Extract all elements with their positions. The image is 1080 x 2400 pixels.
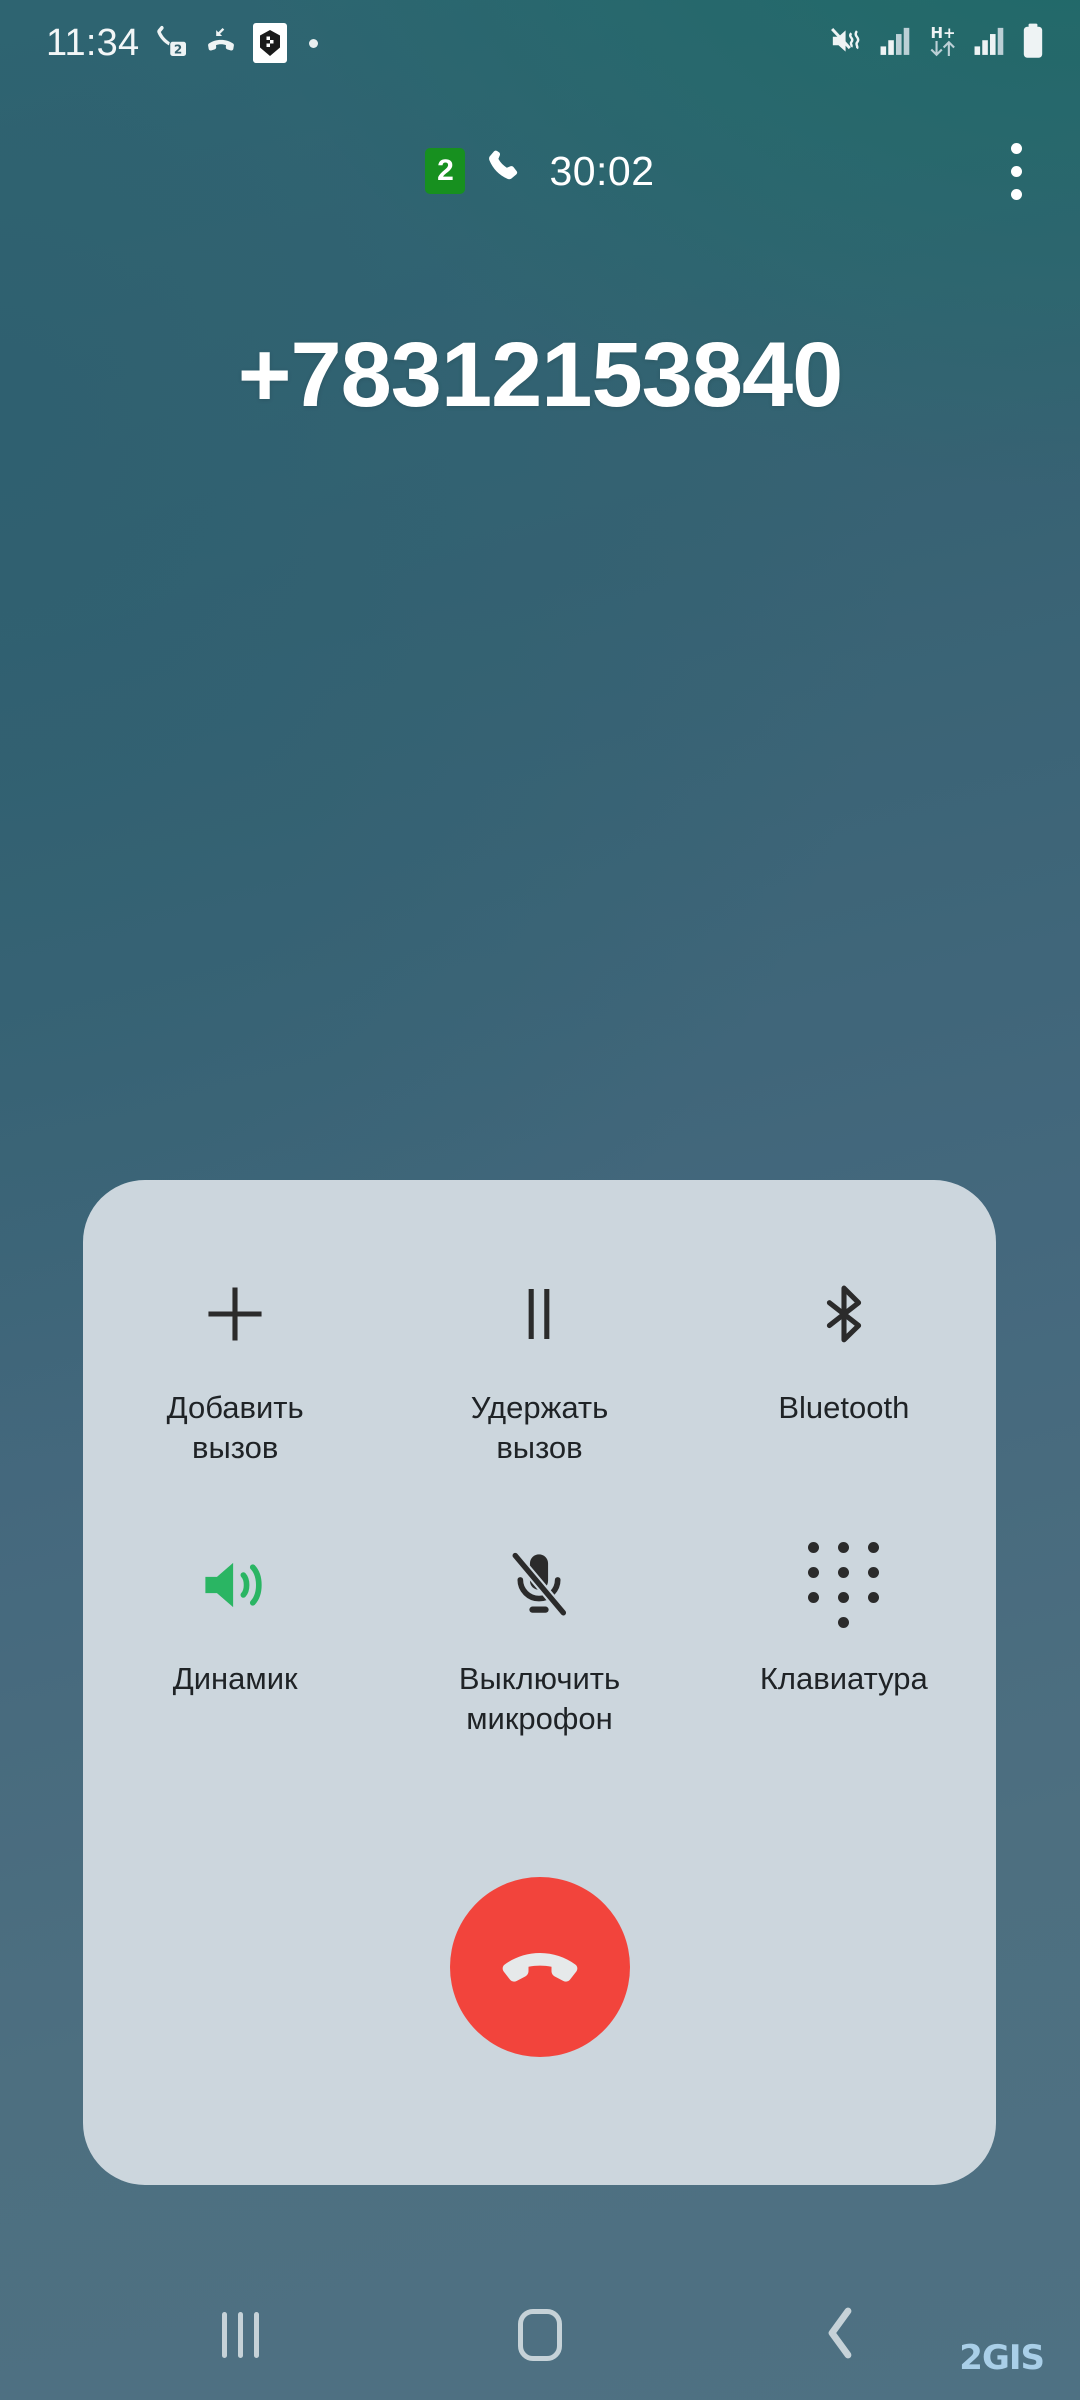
pause-icon — [487, 1262, 591, 1366]
overflow-dot-icon — [1010, 165, 1022, 177]
battery-icon — [1020, 22, 1046, 65]
svg-text:2: 2 — [174, 42, 182, 56]
status-bar: 11:34 2 H+ — [0, 0, 1080, 86]
overflow-dot-icon — [1010, 188, 1022, 200]
call-controls-grid: Добавитьвызов Удержатьвызов Bluetooth — [83, 1244, 996, 1739]
status-bar-right: H+ — [828, 22, 1046, 65]
bluetooth-icon — [792, 1262, 896, 1366]
speaker-label: Динамик — [172, 1661, 298, 1697]
sim-badge: 2 — [425, 148, 466, 194]
mute-mic-button[interactable]: Выключить микрофон — [387, 1515, 691, 1738]
bluetooth-label: Bluetooth — [778, 1390, 910, 1425]
plus-icon — [183, 1262, 287, 1366]
phone-sim2-icon: 2 — [153, 23, 189, 64]
signal-sim2-icon — [973, 24, 1007, 63]
mute-mic-label: Выключить микрофон — [458, 1661, 621, 1737]
hold-call-label: Удержать вызов — [470, 1390, 609, 1465]
end-call-row — [83, 1877, 996, 2057]
recents-icon — [221, 2312, 259, 2358]
navigation-bar: 2GIS — [0, 2270, 1080, 2400]
watermark-2gis: 2GIS — [959, 2338, 1045, 2378]
speaker-button[interactable]: Динамик — [83, 1515, 387, 1738]
signal-sim1-icon — [879, 24, 913, 63]
network-hplus-icon: H+ — [926, 23, 960, 64]
app-notification-icon — [253, 23, 288, 63]
svg-text:H+: H+ — [930, 24, 955, 42]
call-controls-panel: Добавитьвызов Удержатьвызов Bluetooth — [83, 1180, 996, 2185]
add-call-label: Добавить вызов — [166, 1390, 304, 1465]
notification-dot-icon — [309, 38, 319, 48]
end-call-icon — [494, 1920, 586, 2015]
vibrate-mute-icon — [828, 24, 866, 63]
call-header: 2 30:02 — [0, 132, 1080, 210]
mic-off-icon — [487, 1533, 591, 1637]
missed-call-icon — [203, 24, 239, 63]
overflow-dot-icon — [1010, 142, 1022, 154]
bluetooth-button[interactable]: Bluetooth — [692, 1244, 996, 1467]
back-chevron-icon — [820, 2305, 860, 2366]
speaker-icon — [183, 1533, 287, 1637]
keypad-button[interactable]: Клавиатура — [692, 1515, 996, 1738]
home-icon — [518, 2309, 562, 2361]
call-duration: 30:02 — [549, 147, 655, 194]
keypad-label: Клавиатура — [759, 1661, 928, 1697]
hold-call-button[interactable]: Удержать вызов — [387, 1244, 691, 1467]
active-call-phone-icon — [485, 147, 529, 196]
status-bar-left: 11:34 2 — [46, 22, 319, 64]
add-call-button[interactable]: Добавить вызов — [83, 1244, 387, 1467]
call-status-group: 2 30:02 — [0, 132, 1080, 210]
caller-phone-number: +78312153840 — [237, 324, 844, 426]
nav-recents-button[interactable] — [140, 2270, 340, 2400]
overflow-menu-button[interactable] — [988, 135, 1044, 207]
dialpad-icon — [792, 1533, 896, 1637]
nav-back-button[interactable] — [740, 2270, 940, 2400]
end-call-button[interactable] — [449, 1877, 630, 2057]
status-bar-clock: 11:34 — [46, 22, 140, 64]
nav-home-button[interactable] — [440, 2270, 640, 2400]
